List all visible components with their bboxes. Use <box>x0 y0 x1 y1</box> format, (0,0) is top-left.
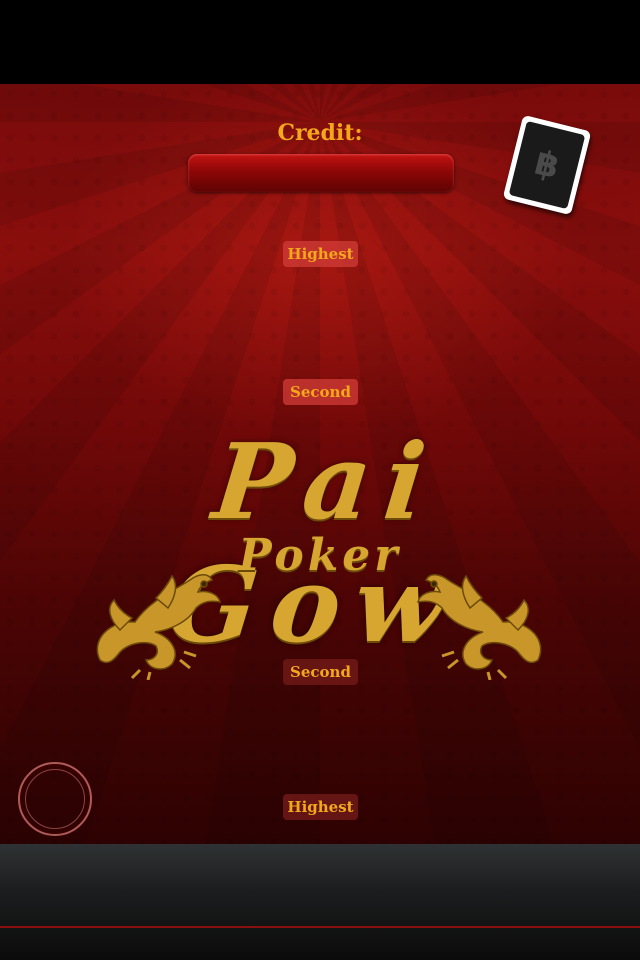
bitcoin-card-icon: ฿ <box>508 120 586 210</box>
dealer-second-hand-label[interactable]: Second <box>283 379 358 405</box>
dragon-left-icon <box>80 560 230 681</box>
player-second-hand-label[interactable]: Second <box>283 659 358 685</box>
pai-gow-poker-logo: Pai Gow Poker <box>40 420 600 690</box>
bottom-toolbar <box>0 844 640 960</box>
top-bar <box>0 0 640 84</box>
dealer-highest-hand-label[interactable]: Highest <box>283 241 358 267</box>
game-screen: Credit: ฿ Highest Second Pai Gow Poker S… <box>0 0 640 960</box>
player-highest-hand-label[interactable]: Highest <box>283 794 358 820</box>
bottom-divider <box>0 926 640 928</box>
dragon-right-icon <box>408 560 558 681</box>
bitcoin-glyph: ฿ <box>530 142 564 188</box>
credit-display <box>188 154 454 192</box>
chip-ring-icon[interactable] <box>18 762 92 836</box>
